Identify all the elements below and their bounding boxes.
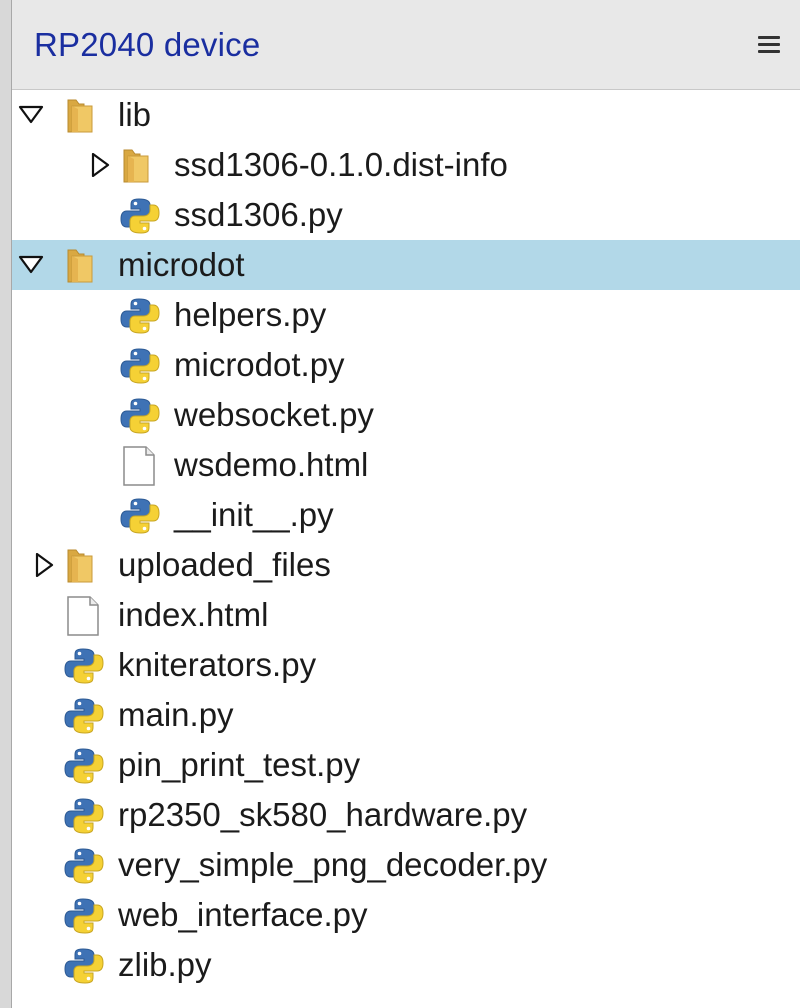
tree-item-label: lib [118,96,152,133]
tree-item-label: uploaded_files [118,546,331,583]
python-file-icon [62,846,106,886]
python-file-icon [118,496,162,536]
python-file-icon [118,296,162,336]
python-file-icon [62,696,106,736]
tree-item-ssd1306-py[interactable]: ssd1306.py [12,190,800,240]
collapsed-triangle-icon[interactable] [88,153,114,177]
folder-icon [62,96,106,136]
python-file-icon [118,396,162,436]
python-file-icon [118,346,162,386]
tree-item-uploaded-files[interactable]: uploaded_files [12,540,800,590]
tree-item-rp2350-hardware-py[interactable]: rp2350_sk580_hardware.py [12,790,800,840]
tree-item-web-interface-py[interactable]: web_interface.py [12,890,800,940]
python-file-icon [62,946,106,986]
folder-icon [62,246,106,286]
tree-item-label: __init__.py [174,496,334,533]
left-panel-border [0,0,12,1008]
tree-item-helpers-py[interactable]: helpers.py [12,290,800,340]
tree-item-label: main.py [118,696,234,733]
tree-item-label: microdot [118,246,245,283]
python-file-icon [62,646,106,686]
tree-item-label: microdot.py [174,346,345,383]
python-file-icon [62,896,106,936]
expanded-triangle-icon[interactable] [18,103,44,127]
tree-item-label: websocket.py [174,396,374,433]
tree-item-pin-print-test-py[interactable]: pin_print_test.py [12,740,800,790]
hamburger-menu-icon[interactable] [758,36,780,54]
file-icon [118,446,162,486]
python-file-icon [118,196,162,236]
tree-item-png-decoder-py[interactable]: very_simple_png_decoder.py [12,840,800,890]
python-file-icon [62,796,106,836]
panel-title: RP2040 device [34,26,261,63]
tree-item-lib[interactable]: lib [12,90,800,140]
tree-item-label: kniterators.py [118,646,317,683]
tree-item-kniterators-py[interactable]: kniterators.py [12,640,800,690]
folder-icon [62,546,106,586]
expanded-triangle-icon[interactable] [18,253,44,277]
file-icon [62,596,106,636]
tree-item-label: wsdemo.html [174,446,369,483]
tree-item-microdot[interactable]: microdot [12,240,800,290]
tree-item-microdot-py[interactable]: microdot.py [12,340,800,390]
tree-item-zlib-py[interactable]: zlib.py [12,940,800,990]
tree-item-label: web_interface.py [118,896,368,933]
tree-item-label: index.html [118,596,269,633]
tree-item-index-html[interactable]: index.html [12,590,800,640]
tree-item-wsdemo-html[interactable]: wsdemo.html [12,440,800,490]
panel-header: RP2040 device [12,0,800,90]
python-file-icon [62,746,106,786]
collapsed-triangle-icon[interactable] [32,553,58,577]
tree-item-websocket-py[interactable]: websocket.py [12,390,800,440]
tree-item-label: very_simple_png_decoder.py [118,846,548,883]
tree-item-ssd1306-dist-info[interactable]: ssd1306-0.1.0.dist-info [12,140,800,190]
tree-item-label: ssd1306.py [174,196,343,233]
tree-item-label: rp2350_sk580_hardware.py [118,796,528,833]
tree-item-init-py[interactable]: __init__.py [12,490,800,540]
tree-item-label: ssd1306-0.1.0.dist-info [174,146,508,183]
tree-item-main-py[interactable]: main.py [12,690,800,740]
folder-icon [118,146,162,186]
tree-item-label: helpers.py [174,296,327,333]
tree-item-label: pin_print_test.py [118,746,361,783]
tree-item-label: zlib.py [118,946,212,983]
